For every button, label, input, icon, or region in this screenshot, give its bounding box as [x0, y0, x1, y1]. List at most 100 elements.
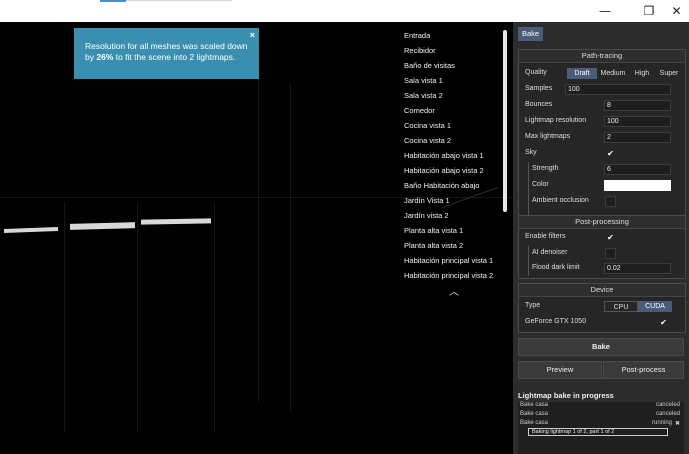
log-entry-status: running: [651, 420, 672, 426]
ambient-occlusion-checkbox[interactable]: [605, 196, 616, 207]
scene-edge: [137, 202, 138, 432]
scene-edge: [214, 202, 215, 432]
cancel-job-icon[interactable]: ✖: [675, 420, 680, 427]
ai-denoiser-label: AI denoiser: [532, 249, 568, 256]
bounces-row: Bounces 8: [519, 99, 685, 113]
lightmap-resolution-field[interactable]: 100: [604, 116, 671, 127]
quality-option-draft[interactable]: Draft: [567, 68, 597, 79]
preview-button[interactable]: Preview: [518, 361, 602, 379]
view-item[interactable]: Cocina vista 2: [404, 135, 504, 150]
path-tracing-section: Path-tracing Quality Draft Medium High S…: [518, 49, 686, 234]
strength-field[interactable]: 6: [604, 164, 671, 175]
log-entry-name: Bake casa: [520, 411, 549, 417]
notice-text-after: to fit the scene into 2 lightmaps.: [113, 52, 236, 62]
device-type-row: Type CPU CUDA: [519, 300, 685, 314]
log-entry-name: Bake casa: [520, 420, 549, 426]
flood-dark-limit-row: Flood dark limit 0.02: [519, 262, 685, 276]
bake-job-log: Bake casa canceled Bake casa canceled Ba…: [518, 402, 684, 454]
window-light-strip: [69, 222, 136, 230]
view-item[interactable]: Sala vista 2: [404, 90, 504, 105]
quality-label: Quality: [525, 69, 547, 76]
enable-filters-row: Enable filters ✔: [519, 231, 685, 245]
view-item[interactable]: Habitación abajo vista 1: [404, 150, 504, 165]
view-item[interactable]: Habitación principal vista 1: [404, 255, 504, 270]
scene-edge: [258, 52, 259, 402]
titlebar-tab-hint: [100, 0, 126, 2]
tab-bake[interactable]: Bake: [518, 27, 544, 41]
section-title: Path-tracing: [519, 50, 685, 63]
view-item[interactable]: Jardín vista 2: [404, 210, 504, 225]
bake-button[interactable]: Bake: [518, 338, 684, 356]
samples-label: Samples: [525, 85, 553, 92]
sky-label: Sky: [525, 149, 537, 156]
restore-icon[interactable]: ❐: [629, 0, 669, 22]
post-processing-section: Post-processing Enable filters ✔ AI deno…: [518, 215, 686, 279]
lightmap-resolution-label: Lightmap resolution: [525, 117, 587, 124]
close-icon[interactable]: ✕: [664, 0, 689, 22]
view-item[interactable]: Habitación abajo vista 2: [404, 165, 504, 180]
bake-panel: Bake Path-tracing Quality Draft Medium H…: [513, 22, 689, 454]
log-entry: Bake casa canceled: [520, 402, 680, 408]
minimize-icon[interactable]: —: [585, 0, 625, 22]
device-option-cuda[interactable]: CUDA: [638, 301, 672, 312]
scene-edge: [64, 202, 65, 432]
flood-dark-limit-field[interactable]: 0.02: [604, 263, 671, 274]
max-lightmaps-row: Max lightmaps 2: [519, 131, 685, 145]
quality-row: Quality Draft Medium High Super: [519, 67, 685, 81]
view-item[interactable]: Baño de visitas: [404, 60, 504, 75]
lightmap-resolution-row: Lightmap resolution 100: [519, 115, 685, 129]
device-type-label: Type: [525, 302, 541, 309]
sky-color-swatch[interactable]: [604, 180, 671, 191]
view-item[interactable]: Sala vista 1: [404, 75, 504, 90]
ambient-occlusion-row: Ambient occlusion: [519, 195, 685, 209]
quality-option-medium[interactable]: Medium: [597, 68, 629, 79]
gpu-checkbox[interactable]: ✔: [658, 317, 669, 328]
samples-field[interactable]: 100: [565, 84, 671, 95]
ai-denoiser-checkbox[interactable]: [605, 248, 616, 259]
gpu-row: GeForce GTX 1050 ✔: [519, 316, 685, 330]
log-entry-status: canceled: [655, 411, 680, 417]
titlebar-divider: [126, 0, 232, 1]
bounces-label: Bounces: [525, 101, 553, 108]
view-item[interactable]: Recibidor: [404, 45, 504, 60]
view-item[interactable]: Planta alta vista 1: [404, 225, 504, 240]
chevron-up-icon[interactable]: ︿: [449, 283, 459, 298]
ambient-occlusion-label: Ambient occlusion: [532, 197, 589, 204]
samples-row: Samples 100: [519, 83, 685, 97]
notice-close-icon[interactable]: ×: [250, 30, 255, 41]
quality-option-high[interactable]: High: [629, 68, 655, 79]
flood-dark-limit-label: Flood dark limit: [532, 264, 580, 271]
gpu-label: GeForce GTX 1050: [525, 318, 587, 325]
bounces-field[interactable]: 8: [604, 100, 671, 111]
max-lightmaps-field[interactable]: 2: [604, 132, 671, 143]
view-item[interactable]: Cocina vista 1: [404, 120, 504, 135]
window-light-strip: [3, 227, 59, 233]
max-lightmaps-label: Max lightmaps: [525, 133, 571, 140]
view-item[interactable]: Baño Habitación abajo: [404, 180, 504, 195]
sky-checkbox[interactable]: ✔: [605, 148, 616, 159]
view-item[interactable]: Jardín Vista 1: [404, 195, 504, 210]
enable-filters-label: Enable filters: [525, 233, 566, 240]
ai-denoiser-row: AI denoiser: [519, 247, 685, 261]
quality-option-super[interactable]: Super: [655, 68, 683, 79]
log-entry: Bake casa running ✖: [520, 420, 680, 427]
views-scrollbar[interactable]: [503, 30, 507, 212]
strength-row: Strength 6: [519, 163, 685, 177]
scene-edge: [290, 82, 291, 412]
window-light-strip: [140, 218, 212, 225]
log-entry-name: Bake casa: [520, 402, 549, 408]
enable-filters-checkbox[interactable]: ✔: [605, 232, 616, 243]
sky-row: Sky ✔: [519, 147, 685, 161]
notice-percent: 26%: [96, 52, 114, 62]
strength-label: Strength: [532, 165, 559, 172]
device-option-cpu[interactable]: CPU: [604, 301, 638, 312]
view-item[interactable]: Entrada: [404, 30, 504, 45]
section-title: Device: [519, 284, 685, 297]
view-item[interactable]: Comedor: [404, 105, 504, 120]
post-process-button[interactable]: Post-process: [603, 361, 684, 379]
view-item[interactable]: Planta alta vista 2: [404, 240, 504, 255]
color-row: Color: [519, 179, 685, 193]
device-section: Device Type CPU CUDA GeForce GTX 1050 ✔: [518, 283, 686, 333]
bake-progress-bar: Baking lightmap 1 of 2, part 1 of 2: [528, 428, 668, 436]
log-entry: Bake casa canceled: [520, 411, 680, 417]
